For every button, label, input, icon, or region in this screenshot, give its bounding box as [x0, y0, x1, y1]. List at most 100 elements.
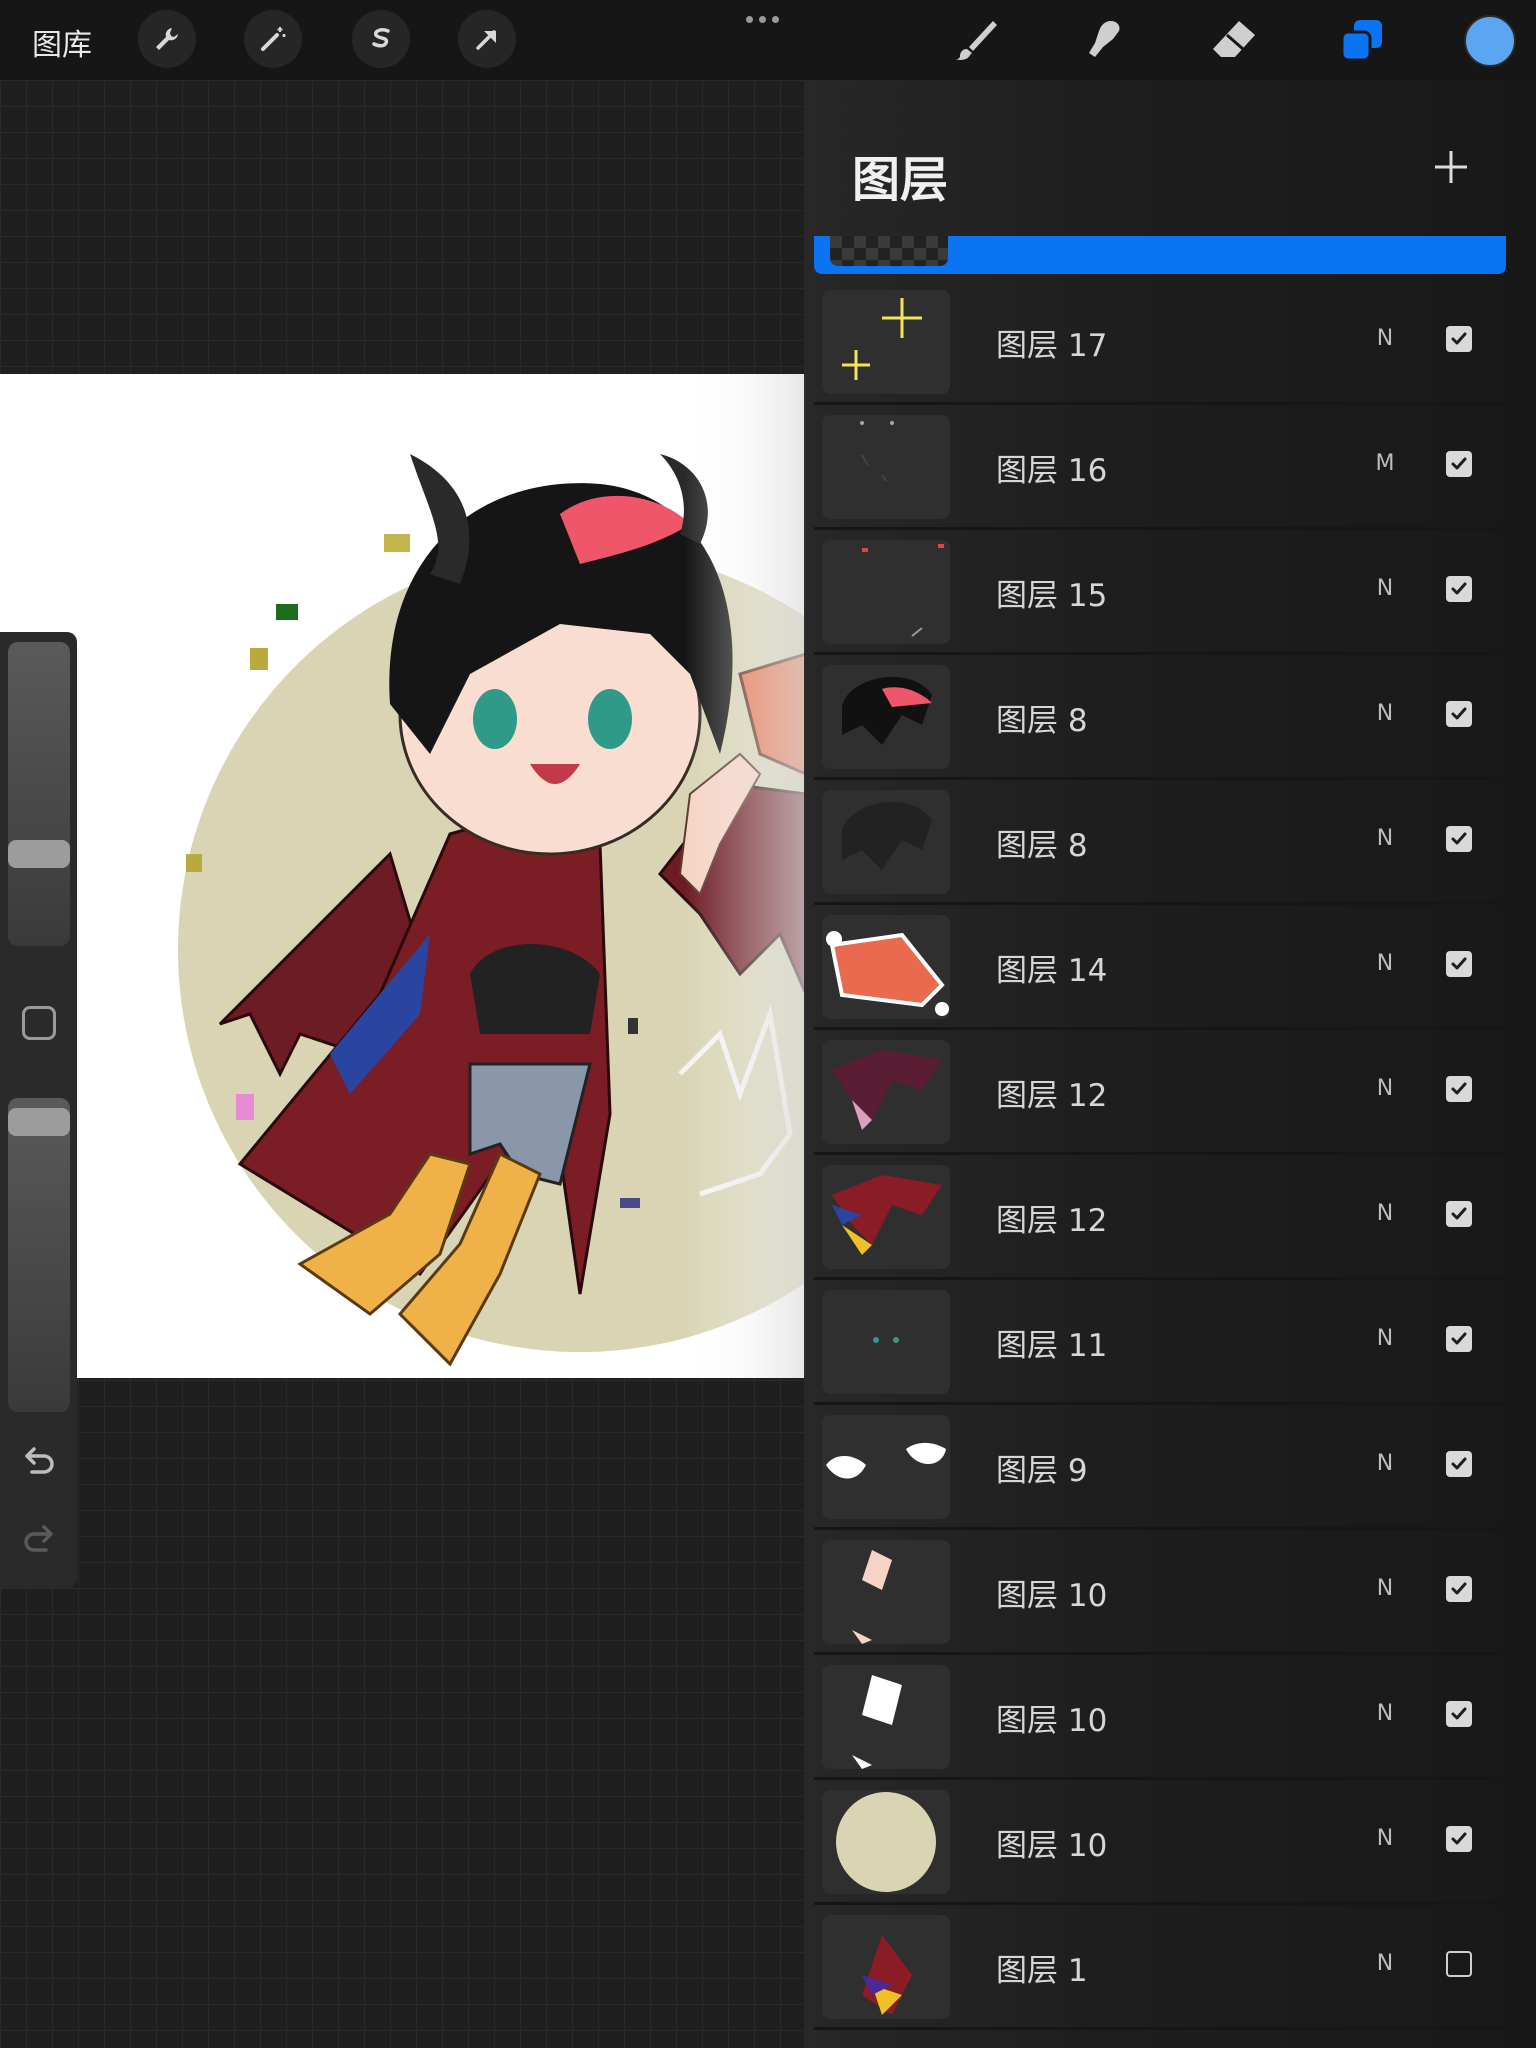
add-layer-button[interactable] [1424, 140, 1478, 194]
layer-thumbnail[interactable] [822, 1165, 950, 1269]
layer-thumbnail[interactable] [822, 1790, 950, 1894]
visibility-checkbox[interactable] [1446, 1451, 1472, 1477]
layer-name: 图层 12 [996, 1078, 1108, 1114]
brush-size-thumb[interactable] [8, 840, 70, 868]
checkmark-icon [1451, 582, 1467, 595]
eraser-button[interactable] [1208, 14, 1260, 66]
visibility-checkbox[interactable] [1446, 1701, 1472, 1727]
blend-mode-button[interactable]: N [1370, 1826, 1400, 1851]
layer-row[interactable]: 图层 8 N [814, 655, 1506, 777]
checkmark-icon [1451, 832, 1467, 845]
color-picker-button[interactable] [1464, 15, 1516, 67]
layer-row[interactable]: 图层 1 N [814, 1905, 1506, 2027]
visibility-checkbox[interactable] [1446, 826, 1472, 852]
active-layer-row[interactable] [814, 236, 1506, 274]
modify-square-icon[interactable] [22, 1006, 56, 1040]
checkmark-icon [1451, 1832, 1467, 1845]
layer-name: 图层 15 [996, 578, 1108, 614]
blend-mode-button[interactable]: N [1370, 951, 1400, 976]
layer-name: 图层 10 [996, 1828, 1108, 1864]
transform-button[interactable] [458, 10, 516, 68]
layer-thumbnail[interactable] [822, 1915, 950, 2019]
checkmark-icon [1451, 707, 1467, 720]
layer-row[interactable]: 图层 9 N [814, 1405, 1506, 1527]
undo-icon[interactable] [20, 1442, 58, 1480]
redo-icon[interactable] [20, 1520, 58, 1558]
magic-wand-icon [261, 27, 286, 51]
layer-name: 图层 1 [996, 1953, 1088, 1989]
layers-panel: 图层 图层 17 N 图层 16 M 图层 15 N 图层 8 N 图层 8 N 图层 14 N 图层 … [804, 80, 1536, 2048]
layer-thumbnail[interactable] [822, 915, 950, 1019]
blend-mode-button[interactable]: N [1370, 1701, 1400, 1726]
layers-icon [1340, 20, 1382, 62]
layer-name: 图层 8 [996, 828, 1088, 864]
layer-thumbnail[interactable] [822, 540, 950, 644]
more-options-icon[interactable] [746, 16, 779, 23]
layer-thumbnail[interactable] [822, 1540, 950, 1644]
adjustments-button[interactable] [244, 10, 302, 68]
blend-mode-button[interactable]: N [1370, 1076, 1400, 1101]
gallery-button[interactable]: 图库 [32, 20, 92, 64]
layer-thumbnail [830, 236, 948, 266]
layer-thumbnail[interactable] [822, 1665, 950, 1769]
visibility-checkbox[interactable] [1446, 576, 1472, 602]
eraser-icon [1213, 21, 1255, 57]
checkmark-icon [1451, 332, 1467, 345]
layer-row[interactable]: 图层 10 N [814, 1780, 1506, 1902]
layer-row[interactable]: 图层 10 N [814, 1530, 1506, 1652]
layer-row[interactable]: 图层 14 N [814, 905, 1506, 1027]
visibility-checkbox[interactable] [1446, 1201, 1472, 1227]
selection-button[interactable] [352, 10, 410, 68]
artwork-canvas[interactable] [0, 374, 806, 1378]
blend-mode-button[interactable]: N [1370, 1201, 1400, 1226]
layer-row[interactable]: 图层 15 N [814, 530, 1506, 652]
visibility-checkbox[interactable] [1446, 951, 1472, 977]
visibility-checkbox[interactable] [1446, 1826, 1472, 1852]
blend-mode-button[interactable]: N [1370, 326, 1400, 351]
layer-row[interactable]: 图层 10 N [814, 1655, 1506, 1777]
layer-thumbnail[interactable] [822, 1415, 950, 1519]
layer-name: 图层 8 [996, 703, 1088, 739]
layer-divider [814, 2027, 1506, 2030]
layer-thumbnail[interactable] [822, 665, 950, 769]
layer-name: 图层 10 [996, 1578, 1108, 1614]
blend-mode-button[interactable]: N [1370, 1451, 1400, 1476]
blend-mode-button[interactable]: N [1370, 1576, 1400, 1601]
visibility-checkbox[interactable] [1446, 1076, 1472, 1102]
layer-row[interactable]: 图层 16 M [814, 405, 1506, 527]
blend-mode-button[interactable]: N [1370, 1951, 1400, 1976]
blend-mode-button[interactable]: M [1370, 451, 1400, 476]
visibility-checkbox[interactable] [1446, 1951, 1472, 1977]
actions-button[interactable] [138, 10, 196, 68]
layer-row[interactable]: 图层 12 N [814, 1155, 1506, 1277]
layer-thumbnail[interactable] [822, 1040, 950, 1144]
blend-mode-button[interactable]: N [1370, 1326, 1400, 1351]
opacity-slider[interactable] [8, 1098, 70, 1412]
visibility-checkbox[interactable] [1446, 1576, 1472, 1602]
blend-mode-button[interactable]: N [1370, 576, 1400, 601]
brush-size-slider[interactable] [8, 642, 70, 946]
layer-name: 图层 14 [996, 953, 1108, 989]
top-toolbar: 图库 [0, 0, 1536, 80]
layer-thumbnail[interactable] [822, 790, 950, 894]
visibility-checkbox[interactable] [1446, 451, 1472, 477]
layer-thumbnail[interactable] [822, 290, 950, 394]
layers-button[interactable] [1336, 14, 1388, 66]
visibility-checkbox[interactable] [1446, 1326, 1472, 1352]
layer-row[interactable]: 图层 8 N [814, 780, 1506, 902]
layer-row[interactable]: 图层 11 N [814, 1280, 1506, 1402]
visibility-checkbox[interactable] [1446, 326, 1472, 352]
visibility-checkbox[interactable] [1446, 701, 1472, 727]
layer-thumbnail[interactable] [822, 415, 950, 519]
layer-row[interactable]: 图层 17 N [814, 280, 1506, 402]
checkmark-icon [1451, 957, 1467, 970]
layer-name: 图层 9 [996, 1453, 1088, 1489]
smudge-button[interactable] [1078, 14, 1130, 66]
layer-thumbnail[interactable] [822, 1290, 950, 1394]
blend-mode-button[interactable]: N [1370, 826, 1400, 851]
layer-row[interactable]: 图层 12 N [814, 1030, 1506, 1152]
brush-icon [956, 21, 997, 60]
brush-button[interactable] [950, 14, 1002, 66]
blend-mode-button[interactable]: N [1370, 701, 1400, 726]
opacity-thumb[interactable] [8, 1108, 70, 1136]
